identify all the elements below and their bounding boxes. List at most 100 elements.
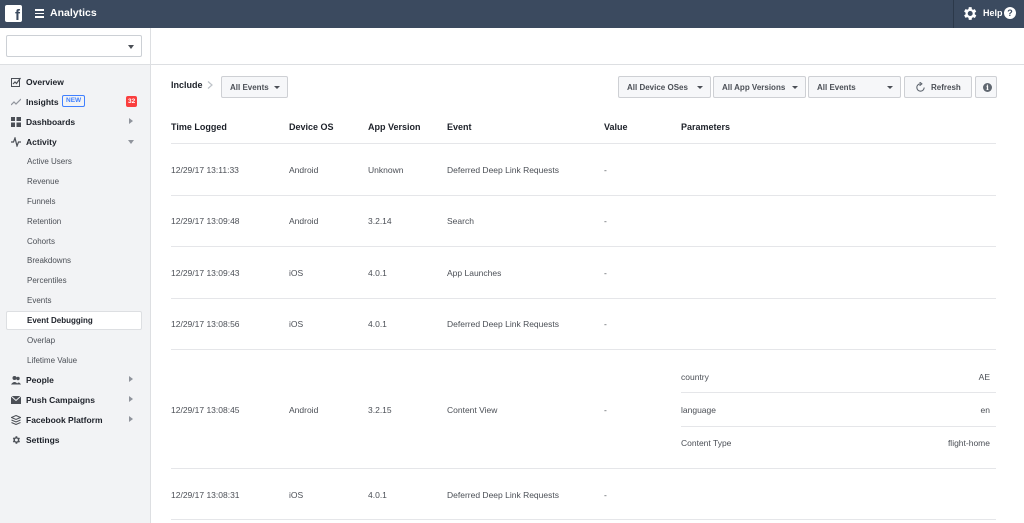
help-label[interactable]: Help xyxy=(983,8,1003,18)
menu-icon[interactable] xyxy=(35,7,44,18)
cell-time: 12/29/17 13:08:56 xyxy=(171,319,240,329)
sidebar-item-people[interactable]: People xyxy=(0,370,150,390)
events-filter-dropdown[interactable]: All Events xyxy=(808,76,901,98)
subitem-label: Overlap xyxy=(27,336,56,345)
chevron-down-icon xyxy=(792,86,798,89)
cell-event: App Launches xyxy=(447,268,502,278)
param-value: en xyxy=(980,405,990,415)
param-value: AE xyxy=(978,372,990,382)
param-divider xyxy=(681,392,996,393)
refresh-button[interactable]: Refresh xyxy=(904,76,972,98)
sidebar-subitem-funnels[interactable]: Funnels xyxy=(6,192,142,211)
chevron-right-icon xyxy=(129,376,133,382)
subitem-label: Cohorts xyxy=(27,237,56,246)
cell-value: - xyxy=(604,165,607,175)
sidebar-item-overview[interactable]: Overview xyxy=(0,72,150,92)
include-events-dropdown[interactable]: All Events xyxy=(221,76,288,98)
sidebar-subitem-lifetime-value[interactable]: Lifetime Value xyxy=(6,351,142,370)
cell-time: 12/29/17 13:09:43 xyxy=(171,268,240,278)
sidebar-item-dashboards[interactable]: Dashboards xyxy=(0,112,150,132)
cell-event: Deferred Deep Link Requests xyxy=(447,490,559,500)
cell-device-os: Android xyxy=(289,216,319,226)
cell-value: - xyxy=(604,319,607,329)
column-header-time-logged: Time Logged xyxy=(171,122,227,132)
refresh-label: Refresh xyxy=(931,83,961,92)
cell-event: Deferred Deep Link Requests xyxy=(447,165,559,175)
table-divider xyxy=(171,195,996,196)
facebook-logo-icon[interactable]: f xyxy=(5,5,22,24)
sidebar-subitem-event-debugging[interactable]: Event Debugging xyxy=(6,311,142,330)
push-campaigns-icon xyxy=(11,395,21,404)
cell-value: - xyxy=(604,216,607,226)
chevron-right-icon xyxy=(129,396,133,402)
sidebar-item-label: Push Campaigns xyxy=(26,395,95,405)
sidebar-item-facebook-platform[interactable]: Facebook Platform xyxy=(0,410,150,430)
chevron-down-icon xyxy=(128,45,134,49)
cell-device-os: iOS xyxy=(289,319,304,329)
gear-icon[interactable] xyxy=(961,5,978,22)
settings-icon xyxy=(12,436,20,444)
cell-device-os: iOS xyxy=(289,268,304,278)
cell-app-version: 4.0.1 xyxy=(368,319,387,329)
sidebar-subitem-breakdowns[interactable]: Breakdowns xyxy=(6,251,142,270)
cell-app-version: 4.0.1 xyxy=(368,268,387,278)
info-icon: i xyxy=(983,83,992,92)
cell-app-version: 3.2.14 xyxy=(368,216,392,226)
table-divider xyxy=(171,298,996,299)
app-versions-filter-dropdown[interactable]: All App Versions xyxy=(713,76,806,98)
column-header-value: Value xyxy=(604,122,628,132)
notification-count-badge: 32 xyxy=(126,96,138,107)
table-divider xyxy=(171,349,996,350)
column-header-event: Event xyxy=(447,122,472,132)
subitem-label: Event Debugging xyxy=(27,316,93,325)
sidebar-item-label: Settings xyxy=(26,435,60,445)
cell-value: - xyxy=(604,268,607,278)
sidebar-subitem-events[interactable]: Events xyxy=(6,291,142,310)
facebook-platform-icon xyxy=(11,415,21,425)
info-button[interactable]: i xyxy=(975,76,997,98)
overview-icon xyxy=(11,77,21,87)
app-title: Analytics xyxy=(50,7,97,19)
sidebar-subitem-cohorts[interactable]: Cohorts xyxy=(6,232,142,251)
app-selector-dropdown[interactable] xyxy=(6,35,142,57)
sidebar-subitem-percentiles[interactable]: Percentiles xyxy=(6,271,142,290)
subitem-label: Percentiles xyxy=(27,276,67,285)
table-divider xyxy=(171,143,996,144)
sidebar-subitem-active-users[interactable]: Active Users xyxy=(6,152,142,171)
chevron-down-icon xyxy=(887,86,893,89)
sidebar-subitem-retention[interactable]: Retention xyxy=(6,212,142,231)
cell-event: Content View xyxy=(447,405,498,415)
sidebar-subitem-revenue[interactable]: Revenue xyxy=(6,172,142,191)
cell-app-version: 3.2.15 xyxy=(368,405,392,415)
cell-event: Search xyxy=(447,216,474,226)
column-header-device-os: Device OS xyxy=(289,122,334,132)
dropdown-label: All Events xyxy=(230,83,269,92)
cell-device-os: Android xyxy=(289,405,319,415)
sidebar-subitem-overlap[interactable]: Overlap xyxy=(6,331,142,350)
subitem-label: Revenue xyxy=(27,177,60,186)
subitem-label: Funnels xyxy=(27,197,56,206)
sidebar-item-activity[interactable]: Activity xyxy=(0,132,150,152)
cell-device-os: iOS xyxy=(289,490,304,500)
chevron-down-icon xyxy=(274,86,280,89)
dropdown-label: All Device OSes xyxy=(627,83,688,92)
device-os-filter-dropdown[interactable]: All Device OSes xyxy=(618,76,711,98)
dropdown-label: All App Versions xyxy=(722,83,786,92)
sidebar-item-label: People xyxy=(26,375,54,385)
sidebar-item-label: Insights xyxy=(26,97,59,107)
sidebar-item-settings[interactable]: Settings xyxy=(0,430,150,450)
refresh-icon xyxy=(916,82,925,92)
topbar-divider xyxy=(953,0,954,28)
strip-divider xyxy=(150,28,151,65)
activity-icon xyxy=(11,137,21,147)
table-divider xyxy=(171,246,996,247)
chevron-down-icon xyxy=(697,86,703,89)
sidebar-item-insights[interactable]: Insights NEW 32 xyxy=(0,92,150,112)
facebook-logo-letter: f xyxy=(15,7,20,24)
sidebar-item-push-campaigns[interactable]: Push Campaigns xyxy=(0,390,150,410)
sidebar-item-label: Activity xyxy=(26,137,57,147)
help-icon[interactable]: ? xyxy=(1004,7,1016,19)
subitem-label: Active Users xyxy=(27,157,72,166)
chevron-right-icon xyxy=(129,118,133,124)
cell-app-version: Unknown xyxy=(368,165,404,175)
